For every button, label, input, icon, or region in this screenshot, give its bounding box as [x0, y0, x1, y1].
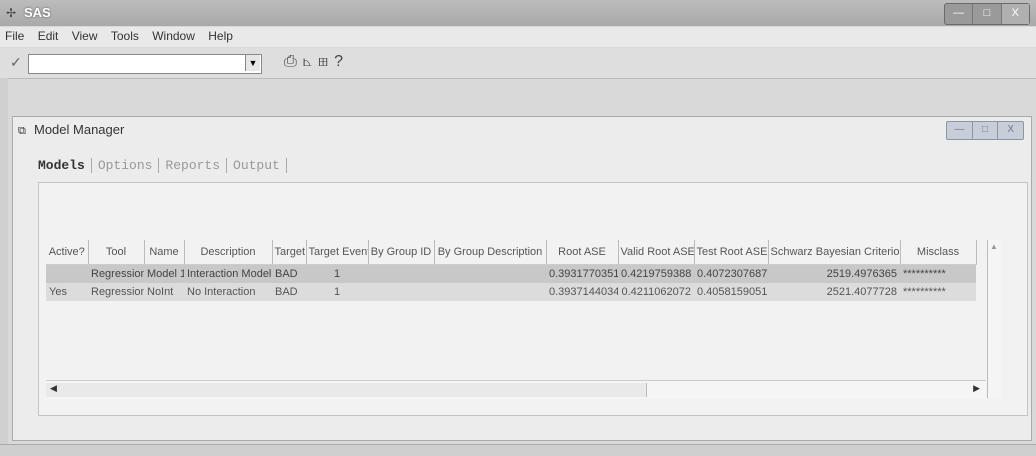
minimize-button[interactable]: —	[945, 4, 974, 24]
graph-icon[interactable]: ⊾	[303, 53, 318, 70]
cell-description: No Interaction	[184, 283, 272, 301]
cell-name: NoInt	[144, 283, 184, 301]
column-header-target[interactable]: Target	[272, 240, 307, 265]
tab-output[interactable]: Output	[227, 158, 287, 173]
column-header-description[interactable]: Description	[184, 240, 273, 265]
tab-bar: Models Options Reports Output	[38, 158, 287, 173]
cell-description: Interaction Model	[184, 264, 272, 283]
cell-root-ase: 0.3937144034	[546, 283, 618, 301]
cell-sbc: 2521.4077728	[768, 283, 900, 301]
menu-file[interactable]: File	[0, 27, 29, 45]
column-header-name[interactable]: Name	[144, 240, 185, 265]
column-header-by-group-description[interactable]: By Group Description	[434, 240, 547, 265]
sas-logo-icon: ✢	[6, 6, 17, 20]
print-icon[interactable]: ⎙	[284, 53, 303, 70]
cell-by-group-description	[434, 283, 546, 301]
column-header-by-group-id[interactable]: By Group ID	[368, 240, 435, 265]
command-dropdown-button[interactable]: ▼	[245, 55, 260, 71]
mm-minimize-button[interactable]: —	[947, 122, 973, 139]
cell-target: BAD	[272, 264, 306, 283]
cell-by-group-id	[368, 264, 434, 283]
model-manager-titlebar: ⧉ Model Manager — □ X	[18, 118, 1028, 142]
cell-valid-root-ase: 0.4211062072	[618, 283, 694, 301]
cell-target: BAD	[272, 283, 306, 301]
cell-root-ase: 0.3931770351	[546, 264, 618, 283]
column-header-tool[interactable]: Tool	[88, 240, 145, 265]
cell-test-root-ase: 0.4058159051	[694, 283, 768, 301]
scroll-up-arrow-icon[interactable]: ▲	[990, 242, 998, 251]
close-button[interactable]: X	[1001, 4, 1029, 24]
mm-close-button[interactable]: X	[998, 122, 1023, 139]
cell-tool: Regression	[88, 264, 144, 283]
menu-window[interactable]: Window	[147, 27, 200, 45]
window-title: SAS	[24, 5, 51, 20]
table-row[interactable]: Yes Regression NoInt No Interaction BAD …	[46, 283, 976, 301]
cell-valid-root-ase: 0.4219759388	[618, 264, 694, 283]
menu-help[interactable]: Help	[203, 27, 238, 45]
cell-test-root-ase: 0.4072307687	[694, 264, 768, 283]
window-controls: — □ X	[944, 3, 1030, 25]
mm-maximize-button[interactable]: □	[973, 122, 999, 139]
scroll-left-arrow-icon[interactable]: ◀	[50, 383, 57, 394]
cell-misclass: **********	[900, 264, 976, 283]
toolbar: ✓ ▼ ⎙⊾⊞?	[0, 48, 1036, 79]
column-header-test-root-ase[interactable]: Test Root ASE	[694, 240, 769, 265]
cell-tool: Regression	[88, 283, 144, 301]
cell-target-event: 1	[306, 283, 368, 301]
cell-sbc: 2519.4976365	[768, 264, 900, 283]
chart-icon[interactable]: ⊞	[318, 53, 334, 70]
tab-options[interactable]: Options	[92, 158, 160, 173]
menu-tools[interactable]: Tools	[106, 27, 144, 45]
toolbar-icons: ⎙⊾⊞?	[284, 53, 349, 71]
column-header-target-event[interactable]: Target Event	[306, 240, 369, 265]
status-bar	[0, 444, 1036, 456]
menu-edit[interactable]: Edit	[33, 27, 64, 45]
cell-target-event: 1	[306, 264, 368, 283]
column-header-valid-root-ase[interactable]: Valid Root ASE	[618, 240, 695, 265]
column-header-active[interactable]: Active?	[46, 240, 89, 265]
column-header-root-ase[interactable]: Root ASE	[546, 240, 619, 265]
menu-view[interactable]: View	[67, 27, 103, 45]
vertical-scrollbar[interactable]: ▲	[987, 240, 1001, 398]
tab-reports[interactable]: Reports	[159, 158, 228, 173]
cell-by-group-id	[368, 283, 434, 301]
command-input[interactable]	[28, 54, 262, 74]
cell-misclass: **********	[900, 283, 976, 301]
column-header-sbc[interactable]: Schwarz Bayesian Criterion	[768, 240, 901, 265]
model-manager-controls: — □ X	[946, 121, 1024, 140]
cell-active	[46, 264, 88, 283]
menu-bar: File Edit View Tools Window Help	[0, 27, 1036, 47]
table-row[interactable]: Regression Model 1 Interaction Model BAD…	[46, 264, 976, 283]
title-bar: ✢ SAS — □ X	[0, 0, 1036, 26]
cell-by-group-description	[434, 264, 546, 283]
workspace-edge	[0, 78, 8, 444]
maximize-button[interactable]: □	[973, 4, 1002, 24]
horizontal-scrollbar[interactable]: ◀ ▶	[46, 380, 986, 399]
model-manager-title: Model Manager	[34, 122, 125, 137]
cell-active: Yes	[46, 283, 88, 301]
help-icon[interactable]: ?	[334, 53, 349, 70]
tab-models[interactable]: Models	[38, 158, 92, 173]
models-table: Active? Tool Name Description Target Tar…	[46, 240, 977, 301]
submit-check-icon[interactable]: ✓	[10, 54, 22, 71]
table-header-row: Active? Tool Name Description Target Tar…	[46, 240, 977, 265]
column-header-misclass[interactable]: Misclass	[900, 240, 977, 265]
horizontal-scroll-thumb[interactable]	[46, 383, 647, 397]
scroll-right-arrow-icon[interactable]: ▶	[973, 383, 980, 394]
cell-name: Model 1	[144, 264, 184, 283]
model-manager-icon: ⧉	[18, 125, 26, 137]
